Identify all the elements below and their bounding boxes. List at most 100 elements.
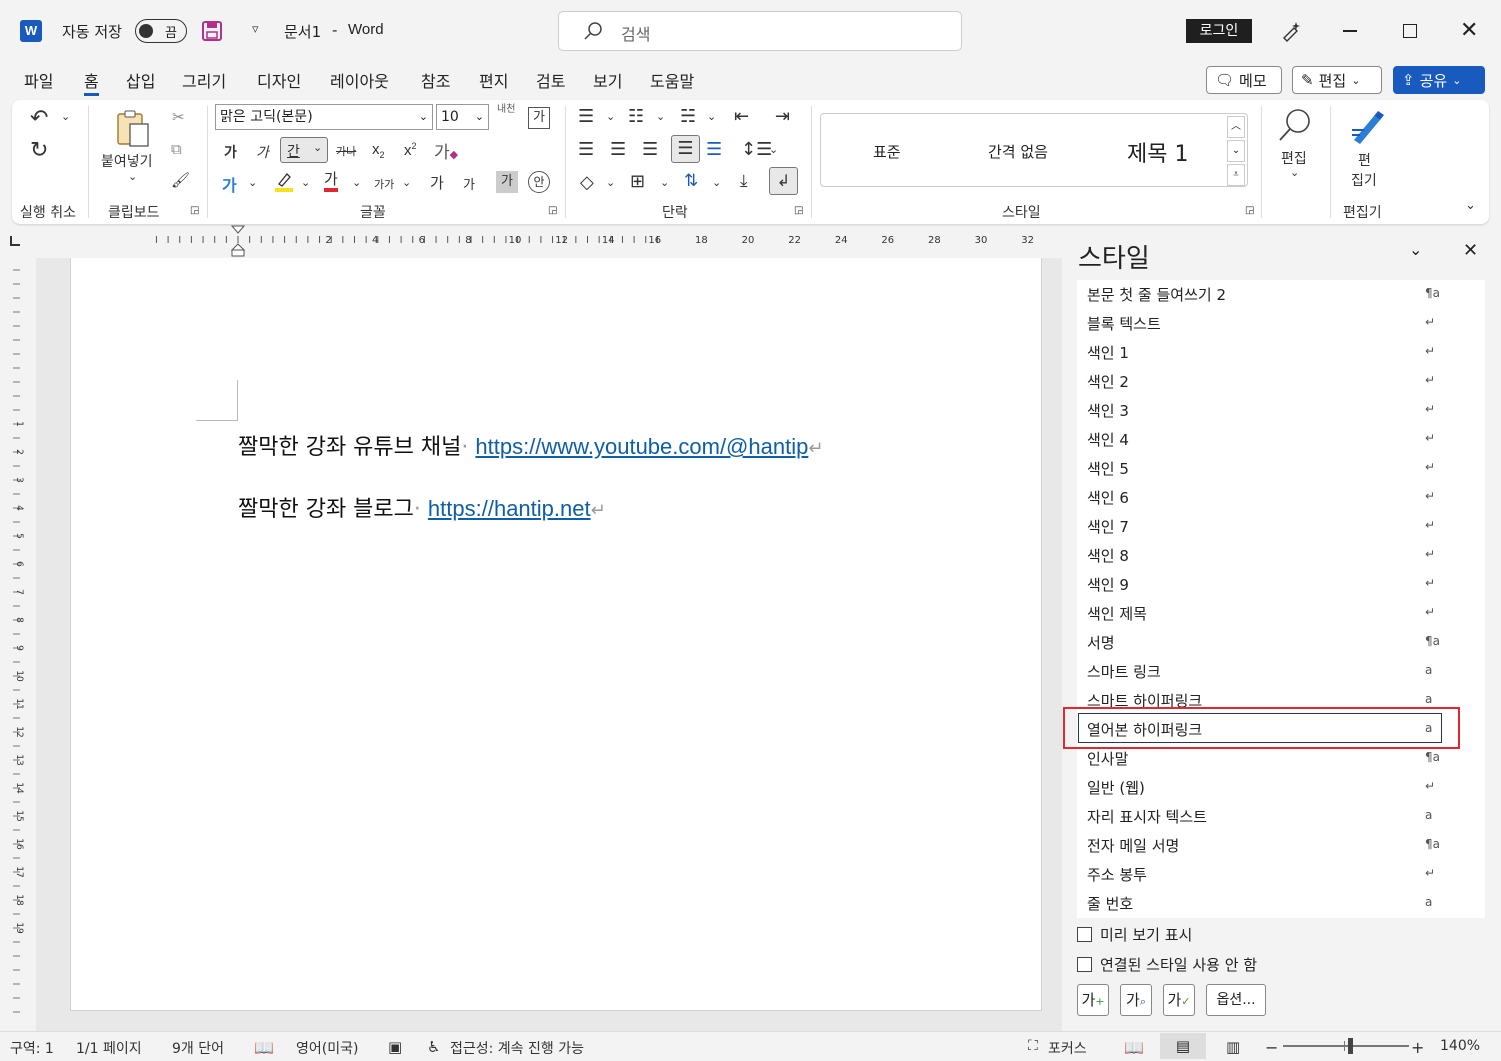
focus-icon[interactable]: ⛶	[1028, 1038, 1038, 1054]
style-normal[interactable]: 표준	[873, 141, 901, 162]
indent-marker-icon[interactable]	[231, 224, 245, 258]
style-item[interactable]: 색인 3	[1087, 400, 1447, 421]
chevron-down-icon[interactable]: ⌄	[248, 176, 257, 189]
bold-icon[interactable]: 가	[224, 142, 237, 162]
style-item[interactable]: 색인 8	[1087, 545, 1447, 566]
chevron-down-icon[interactable]: ⌄	[660, 176, 669, 189]
style-item[interactable]: 색인 4	[1087, 429, 1447, 450]
style-item[interactable]: 일반 (웹)	[1087, 777, 1447, 798]
distributed-icon[interactable]: ☰	[706, 139, 722, 160]
zoom-slider-thumb[interactable]	[1348, 1038, 1353, 1054]
new-style-button[interactable]: 가+	[1077, 984, 1109, 1016]
redo-icon[interactable]: ↻	[30, 138, 48, 163]
linked-styles-checkbox[interactable]	[1077, 957, 1092, 972]
subscript-icon[interactable]: x2	[372, 141, 385, 160]
tab-mailings[interactable]: 편지	[479, 68, 508, 92]
font-color-icon[interactable]: 가	[324, 170, 338, 192]
chevron-down-icon[interactable]: ⌄	[352, 176, 361, 189]
chevron-down-icon[interactable]: ⌄	[656, 110, 665, 123]
increase-indent-icon[interactable]: ⇥	[775, 106, 790, 127]
search-box[interactable]: 검색	[558, 11, 962, 51]
copy-icon[interactable]: ⧉	[171, 140, 182, 158]
style-item[interactable]: 서명	[1087, 632, 1447, 653]
tab-design[interactable]: 디자인	[257, 68, 301, 92]
options-button[interactable]: 옵션...	[1206, 984, 1266, 1016]
maximize-icon[interactable]	[1403, 24, 1417, 38]
edit-mode-button[interactable]: ✎ 편집 ⌄	[1292, 66, 1382, 94]
underline-button[interactable]: 간 ⌄	[280, 137, 328, 163]
memo-button[interactable]: 🗨 메모	[1206, 66, 1282, 94]
zoom-slider[interactable]	[1283, 1038, 1409, 1054]
status-section[interactable]: 구역: 1	[10, 1038, 54, 1058]
status-zoom[interactable]: 140%	[1440, 1038, 1480, 1054]
format-painter-icon[interactable]: 🖌	[171, 171, 190, 189]
style-item[interactable]: 자리 표시자 텍스트	[1087, 806, 1447, 827]
gallery-scroll-down-icon[interactable]: ⌄	[1227, 140, 1245, 162]
style-item[interactable]: 색인 6	[1087, 487, 1447, 508]
superscript-icon[interactable]: x2	[404, 141, 417, 159]
shading-icon[interactable]: ◇	[580, 172, 594, 193]
dialog-launcher-icon[interactable]: ◲	[548, 205, 557, 216]
document-line-1[interactable]: 짤막한 강좌 유튜브 채널· https://www.youtube.com/@…	[238, 429, 823, 461]
vertical-ruler[interactable]: 1 2 3 4 5 6 7 8 9 10 11 12 13 14 15 16 17 18 19	[8, 262, 26, 1022]
font-size-combo[interactable]: 10 ⌄	[436, 104, 489, 130]
highlight-icon[interactable]	[273, 170, 295, 192]
undo-icon[interactable]: ↶	[30, 106, 48, 131]
style-item[interactable]: 블록 텍스트	[1087, 313, 1447, 334]
blog-hyperlink[interactable]: https://hantip.net	[428, 496, 591, 521]
proofing-icon[interactable]: 📖	[254, 1038, 274, 1057]
character-shading-icon[interactable]: 가	[496, 171, 518, 193]
find-icon[interactable]	[1276, 106, 1314, 144]
chevron-down-icon[interactable]: ⌄	[606, 176, 615, 189]
style-item[interactable]: 색인 1	[1087, 342, 1447, 363]
pane-options-chevron-icon[interactable]: ⌄	[1409, 240, 1422, 259]
multilevel-list-icon[interactable]: ☵	[680, 106, 696, 127]
dialog-launcher-icon[interactable]: ◲	[794, 205, 803, 216]
customize-qat-icon[interactable]: ▿	[252, 22, 259, 37]
grow-font-icon[interactable]: 가	[430, 172, 444, 193]
accessibility-icon[interactable]: ♿	[427, 1038, 440, 1056]
tab-layout[interactable]: 레이아웃	[330, 68, 389, 92]
close-icon[interactable]: ✕	[1460, 18, 1478, 43]
asian-layout-icon[interactable]: ⤓	[740, 171, 748, 191]
style-item[interactable]: 전자 메일 서명	[1087, 835, 1447, 856]
ribbon-collapse-icon[interactable]: ⌄	[1465, 198, 1476, 213]
style-item[interactable]: 색인 2	[1087, 371, 1447, 392]
sort-icon[interactable]: ⇅	[684, 171, 698, 191]
pane-close-icon[interactable]: ✕	[1463, 240, 1478, 261]
bullets-icon[interactable]: ☰	[578, 106, 594, 127]
tab-file[interactable]: 파일	[24, 68, 53, 92]
decrease-indent-icon[interactable]: ⇤	[734, 106, 749, 127]
style-item[interactable]: 인사말	[1087, 748, 1447, 769]
shrink-font-icon[interactable]: 가	[463, 174, 475, 193]
dialog-launcher-icon[interactable]: ◲	[1245, 205, 1254, 216]
tab-insert[interactable]: 삽입	[126, 68, 155, 92]
paste-icon[interactable]	[114, 108, 152, 148]
tab-home[interactable]: 홈	[84, 68, 99, 96]
status-page[interactable]: 1/1 페이지	[76, 1038, 142, 1058]
style-item[interactable]: 색인 7	[1087, 516, 1447, 537]
manage-styles-button[interactable]: 가✓	[1163, 984, 1195, 1016]
chevron-down-icon[interactable]: ⌄	[712, 176, 721, 189]
login-button[interactable]: 로그인	[1186, 19, 1252, 43]
gallery-more-icon[interactable]: ⩡	[1227, 164, 1245, 186]
save-icon[interactable]	[201, 20, 223, 42]
gallery-scroll-up-icon[interactable]: ︿	[1227, 116, 1245, 138]
style-no-spacing[interactable]: 간격 없음	[988, 141, 1048, 162]
italic-icon[interactable]: 가	[256, 142, 269, 162]
share-button[interactable]: ⇪ 공유 ⌄	[1393, 66, 1485, 94]
borders-icon[interactable]: ⊞	[630, 171, 645, 192]
tab-help[interactable]: 도움말	[650, 68, 694, 92]
zoom-in-icon[interactable]: +	[1411, 1038, 1424, 1057]
font-name-combo[interactable]: 맑은 고딕(본문) ⌄	[215, 104, 433, 130]
editor-label-line-2[interactable]: 집기	[1351, 170, 1377, 190]
horizontal-ruler[interactable]: 246810121416182022242628303234	[36, 228, 1062, 250]
status-accessibility[interactable]: 접근성: 계속 진행 가능	[450, 1038, 584, 1058]
status-words[interactable]: 9개 단어	[172, 1038, 224, 1058]
minimize-icon[interactable]	[1343, 30, 1357, 32]
style-item[interactable]: 주소 봉투	[1087, 864, 1447, 885]
text-predictions-icon[interactable]: ▣	[388, 1038, 402, 1056]
read-mode-icon[interactable]: 📖	[1124, 1038, 1144, 1057]
editor-icon[interactable]	[1346, 108, 1386, 146]
chevron-down-icon[interactable]: ⌄	[402, 176, 411, 189]
